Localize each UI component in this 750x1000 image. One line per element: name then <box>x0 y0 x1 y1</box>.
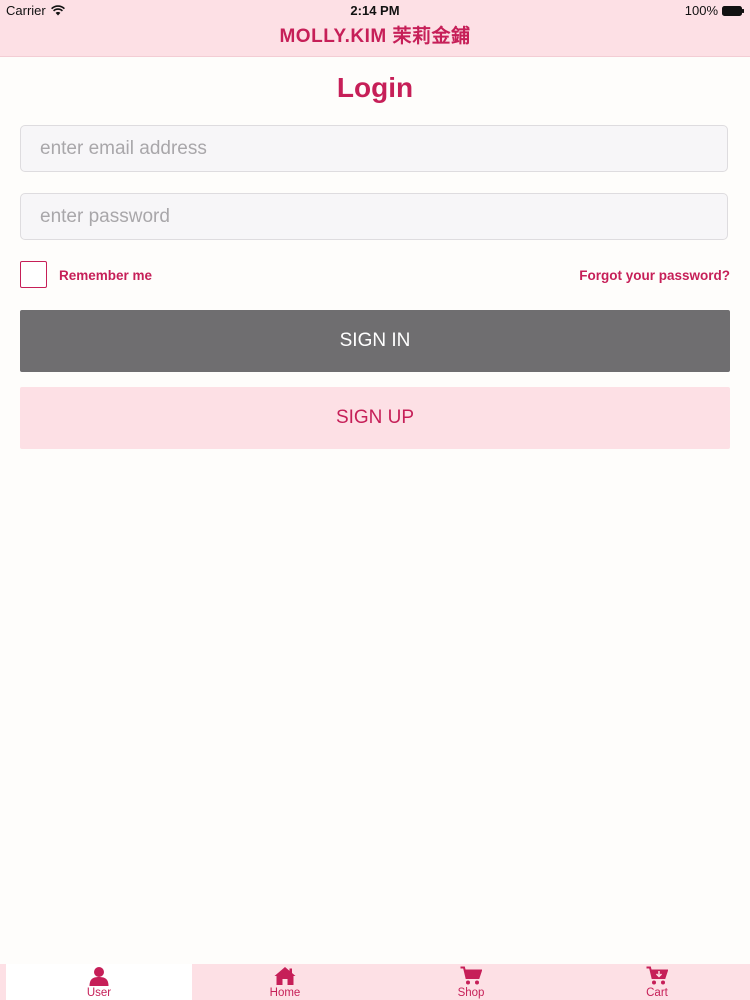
page-title: Login <box>336 72 414 103</box>
forgot-password-link[interactable]: Forgot your password? <box>579 268 730 283</box>
battery-percent: 100% <box>684 3 718 18</box>
app-title: MOLLY.KIM 茉莉金鋪 <box>279 26 471 47</box>
email-field[interactable] <box>20 125 728 172</box>
tab-home[interactable]: Home <box>192 964 378 1000</box>
status-bar: Carrier 2:14 PM 100% <box>0 0 750 22</box>
app-header: MOLLY.KIM 茉莉金鋪 <box>0 22 750 57</box>
sign-in-button[interactable]: SIGN IN <box>20 310 730 372</box>
remember-me-label[interactable]: Remember me <box>59 268 152 283</box>
tab-home-label: Home <box>269 987 301 999</box>
tab-cart-label: Cart <box>646 987 668 999</box>
battery-icon <box>722 5 744 16</box>
tab-bar: User Home Shop Cart <box>0 964 750 1000</box>
tab-shop-label: Shop <box>457 987 485 999</box>
status-right: 100% <box>685 3 744 18</box>
user-icon <box>89 967 109 986</box>
password-field[interactable] <box>20 193 728 240</box>
shopping-cart-icon <box>460 966 482 985</box>
remember-me-checkbox[interactable] <box>20 261 47 288</box>
tab-user[interactable]: User <box>6 964 192 1000</box>
tab-cart[interactable]: Cart <box>564 964 750 1000</box>
sign-up-button[interactable]: SIGN UP <box>20 387 730 449</box>
cart-add-icon <box>646 966 668 985</box>
tab-shop[interactable]: Shop <box>378 964 564 1000</box>
home-icon <box>274 967 296 985</box>
login-screen: Carrier 2:14 PM 100% MOLLY.KIM 茉莉金鋪 Logi… <box>0 0 750 1000</box>
status-time: 2:14 PM <box>350 3 400 18</box>
tab-user-label: User <box>86 987 112 999</box>
